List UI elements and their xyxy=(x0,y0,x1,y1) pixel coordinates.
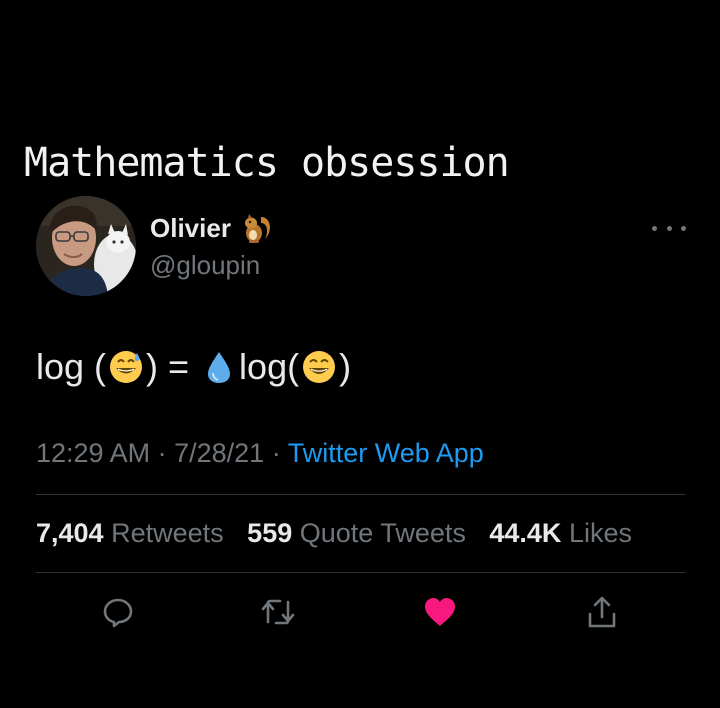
avatar[interactable] xyxy=(36,196,136,296)
squirrel-emoji-icon xyxy=(244,214,270,243)
tweet-stats: 7,404 Retweets 559 Quote Tweets 44.4K Li… xyxy=(36,518,648,549)
caption: Mathematics obsession xyxy=(24,140,510,186)
more-options-button[interactable] xyxy=(652,218,686,238)
like-button[interactable] xyxy=(418,590,462,634)
likes-count: 44.4K xyxy=(489,518,562,548)
share-button[interactable] xyxy=(580,590,624,634)
tweet-meta: 12:29 AM · 7/28/21 · Twitter Web App xyxy=(36,438,484,469)
tweet-text-part: ) xyxy=(339,346,352,387)
retweets-count: 7,404 xyxy=(36,518,104,548)
divider xyxy=(36,572,686,573)
reply-icon xyxy=(103,598,133,628)
dot-icon xyxy=(652,225,657,231)
author-name-row[interactable]: Olivier xyxy=(150,210,273,246)
quote-tweets-count: 559 xyxy=(247,518,293,548)
author-handle[interactable]: @gloupin xyxy=(150,250,260,281)
grinning-face-with-smiling-eyes-icon xyxy=(303,351,336,383)
retweets-label: Retweets xyxy=(111,518,224,548)
retweets-stat[interactable]: 7,404 Retweets xyxy=(36,518,224,548)
tweet-text-part: ) = xyxy=(146,346,190,387)
share-icon xyxy=(588,596,616,628)
likes-stat[interactable]: 44.4K Likes xyxy=(489,518,632,548)
dot-icon xyxy=(681,225,686,231)
tweet-text-part: log( xyxy=(239,346,300,387)
retweet-icon xyxy=(261,599,295,625)
meta-separator: · xyxy=(157,438,167,468)
dot-icon xyxy=(666,225,672,231)
tweet-actions xyxy=(0,590,720,634)
avatar-photo xyxy=(36,196,136,296)
droplet-icon xyxy=(208,352,231,383)
tweet-source-link[interactable]: Twitter Web App xyxy=(288,438,484,468)
tweet-text: log ( ) = log( ) xyxy=(36,342,351,392)
retweet-button[interactable] xyxy=(256,590,300,634)
grinning-face-with-sweat-icon xyxy=(110,351,143,383)
author-display-name[interactable]: Olivier xyxy=(150,213,231,244)
reply-button[interactable] xyxy=(96,590,140,634)
likes-label: Likes xyxy=(568,518,632,548)
quote-tweets-stat[interactable]: 559 Quote Tweets xyxy=(247,518,466,548)
heart-icon xyxy=(425,598,455,626)
quote-tweets-label: Quote Tweets xyxy=(299,518,466,548)
divider xyxy=(36,494,686,495)
tweet-date[interactable]: 7/28/21 xyxy=(174,438,264,468)
meta-separator: · xyxy=(271,438,281,468)
tweet-text-part: log ( xyxy=(36,346,107,387)
tweet-time[interactable]: 12:29 AM xyxy=(36,438,150,468)
